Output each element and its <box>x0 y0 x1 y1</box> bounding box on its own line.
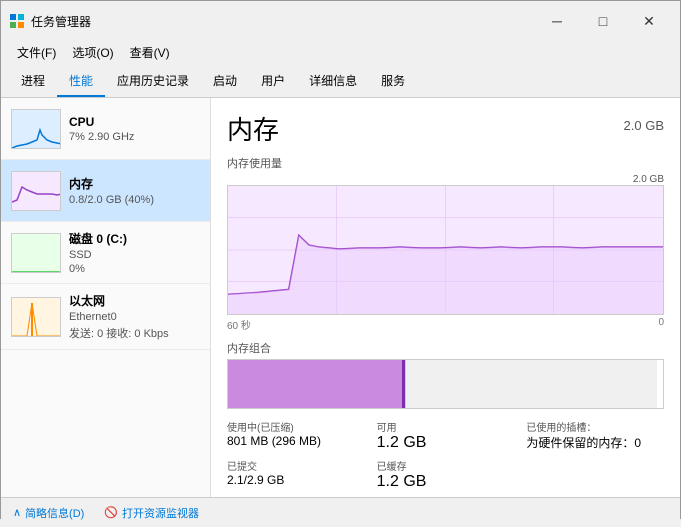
stats-grid: 使用中(已压缩) 801 MB (296 MB) 可用 1.2 GB 已使用的插… <box>227 419 664 491</box>
bottom-bar: ∧ 简略信息(D) 🚫 打开资源监视器 <box>1 497 680 527</box>
time-start: 60 秒 <box>227 317 251 332</box>
disk-sub1: SSD <box>69 249 200 261</box>
summary-button[interactable]: ∧ 简略信息(D) <box>13 505 84 521</box>
window-controls: ─ □ ✕ <box>534 7 672 35</box>
chevron-up-icon: ∧ <box>13 506 21 519</box>
main-content: CPU 7% 2.90 GHz 内存 0.8/2.0 GB (40%) <box>1 98 680 497</box>
detail-title: 内存 <box>227 110 279 147</box>
stat-committed-label: 已提交 <box>227 458 365 473</box>
usage-max-row: 2.0 GB <box>227 174 664 185</box>
cpu-mini-chart <box>11 109 61 149</box>
tab-app-history[interactable]: 应用历史记录 <box>105 66 201 97</box>
title-bar: 任务管理器 ─ □ ✕ <box>1 1 680 39</box>
network-label: 以太网 <box>69 292 200 309</box>
tab-services[interactable]: 服务 <box>369 66 417 97</box>
disk-mini-chart <box>11 233 61 273</box>
tabs-bar: 进程 性能 应用历史记录 启动 用户 详细信息 服务 <box>1 66 680 98</box>
stat-slots: 已使用的插槽： 为硬件保留的内存：0 <box>526 419 664 452</box>
disk-sub2: 0% <box>69 263 200 275</box>
stat-in-use: 使用中(已压缩) 801 MB (296 MB) <box>227 419 365 452</box>
title-bar-left: 任务管理器 <box>9 13 91 30</box>
menu-options[interactable]: 选项(O) <box>64 41 121 64</box>
usage-chart-label: 内存使用量 <box>227 155 664 171</box>
sidebar-item-disk[interactable]: 磁盘 0 (C:) SSD 0% <box>1 222 210 284</box>
menu-view[interactable]: 查看(V) <box>122 41 178 64</box>
app-icon <box>9 13 25 29</box>
tab-users[interactable]: 用户 <box>249 66 297 97</box>
sidebar: CPU 7% 2.90 GHz 内存 0.8/2.0 GB (40%) <box>1 98 211 497</box>
composition-label: 内存组合 <box>227 340 664 356</box>
sidebar-item-cpu[interactable]: CPU 7% 2.90 GHz <box>1 98 210 160</box>
time-end: 0 <box>658 317 664 332</box>
stat-committed: 已提交 2.1/2.9 GB <box>227 458 365 491</box>
disk-info: 磁盘 0 (C:) SSD 0% <box>69 230 200 275</box>
menu-bar: 文件(F) 选项(O) 查看(V) <box>1 39 680 66</box>
memory-sub: 0.8/2.0 GB (40%) <box>69 194 200 206</box>
network-info: 以太网 Ethernet0 发送: 0 接收: 0 Kbps <box>69 292 200 341</box>
sidebar-item-network[interactable]: 以太网 Ethernet0 发送: 0 接收: 0 Kbps <box>1 284 210 350</box>
network-sub1: Ethernet0 <box>69 311 200 323</box>
stat-cached-label: 已缓存 <box>377 458 515 473</box>
stat-cached-value: 1.2 GB <box>377 473 515 491</box>
tab-startup[interactable]: 启动 <box>201 66 249 97</box>
memory-info: 内存 0.8/2.0 GB (40%) <box>69 175 200 206</box>
detail-total: 2.0 GB <box>624 118 664 133</box>
close-button[interactable]: ✕ <box>626 7 672 35</box>
network-sub2: 发送: 0 接收: 0 Kbps <box>69 325 200 341</box>
summary-label: 简略信息(D) <box>25 505 84 521</box>
tab-performance[interactable]: 性能 <box>57 66 105 97</box>
stat-available-label: 可用 <box>377 419 515 434</box>
detail-header: 内存 2.0 GB <box>227 110 664 147</box>
monitor-icon: 🚫 <box>104 506 118 519</box>
cpu-label: CPU <box>69 115 200 129</box>
network-mini-chart <box>11 297 61 337</box>
detail-panel: 内存 2.0 GB 内存使用量 2.0 GB <box>211 98 680 497</box>
cpu-sub: 7% 2.90 GHz <box>69 131 200 143</box>
cpu-info: CPU 7% 2.90 GHz <box>69 115 200 143</box>
stat-committed-value: 2.1/2.9 GB <box>227 473 365 487</box>
resource-monitor-button[interactable]: 🚫 打开资源监视器 <box>104 505 199 521</box>
stat-slots-label: 已使用的插槽： <box>526 419 664 434</box>
stat-available: 可用 1.2 GB <box>377 419 515 452</box>
minimize-button[interactable]: ─ <box>534 7 580 35</box>
stat-in-use-value: 801 MB (296 MB) <box>227 434 365 448</box>
stat-slots-value: 为硬件保留的内存：0 <box>526 434 664 451</box>
time-labels: 60 秒 0 <box>227 317 664 332</box>
stat-cached: 已缓存 1.2 GB <box>377 458 515 491</box>
menu-file[interactable]: 文件(F) <box>9 41 64 64</box>
tab-details[interactable]: 详细信息 <box>297 66 369 97</box>
monitor-label: 打开资源监视器 <box>122 505 199 521</box>
memory-label: 内存 <box>69 175 200 192</box>
tab-process[interactable]: 进程 <box>9 66 57 97</box>
window-title: 任务管理器 <box>31 13 91 30</box>
sidebar-item-memory[interactable]: 内存 0.8/2.0 GB (40%) <box>1 160 210 222</box>
memory-mini-chart <box>11 171 61 211</box>
stat-in-use-label: 使用中(已压缩) <box>227 419 365 434</box>
memory-usage-chart <box>227 185 664 315</box>
stat-available-value: 1.2 GB <box>377 434 515 452</box>
memory-composition-chart <box>227 359 664 409</box>
usage-max-value: 2.0 GB <box>633 174 664 185</box>
maximize-button[interactable]: □ <box>580 7 626 35</box>
disk-label: 磁盘 0 (C:) <box>69 230 200 247</box>
